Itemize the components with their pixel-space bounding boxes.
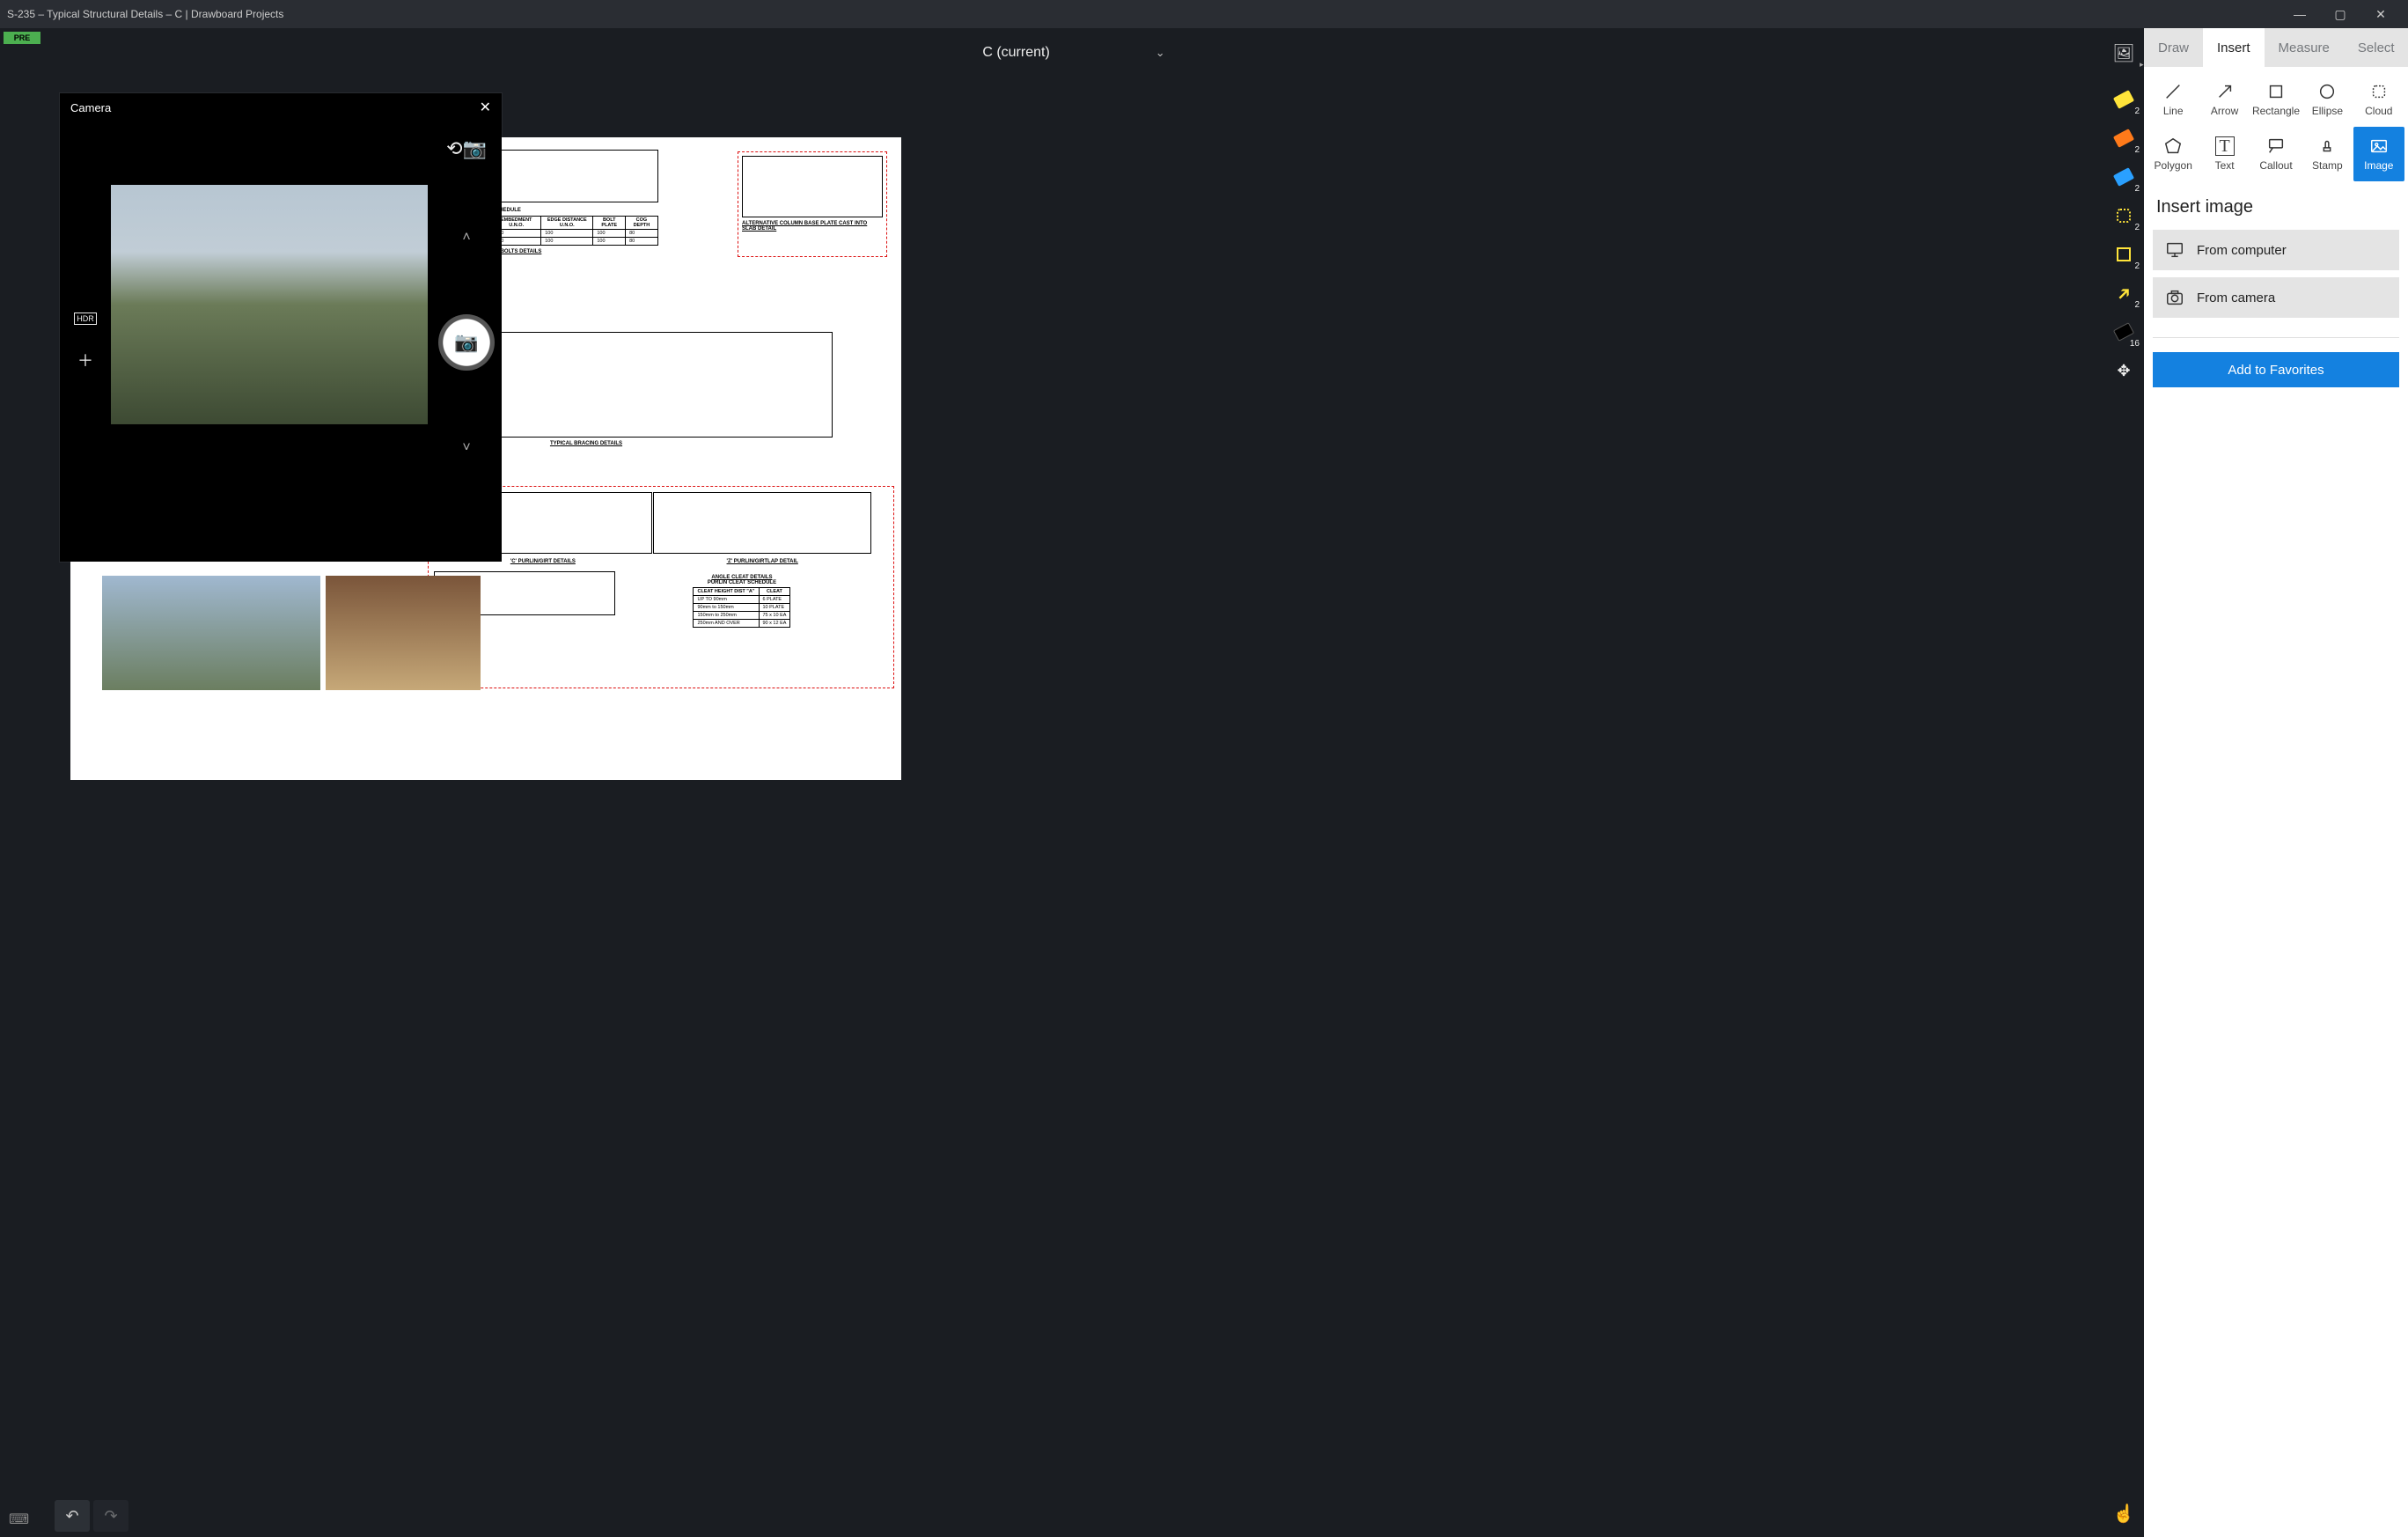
camera-shutter-button[interactable]: 📷 xyxy=(438,314,495,371)
tool-arrow[interactable]: Arrow xyxy=(2199,72,2250,127)
tab-draw[interactable]: Draw xyxy=(2144,28,2203,67)
revision-label: C (current) xyxy=(982,45,1049,61)
window-titlebar: S-235 – Typical Structural Details – C |… xyxy=(0,0,2408,28)
camera-preview xyxy=(111,185,428,424)
tool-text[interactable]: T Text xyxy=(2199,127,2250,181)
panel-tabs: Draw Insert Measure Select xyxy=(2144,28,2408,67)
favorite-tools-strip: 🖼 2 2 2 2 2 ➔2 16 ✥ ☝ xyxy=(2103,28,2144,1537)
camera-window-title: Camera xyxy=(70,101,111,114)
camera-close-button[interactable]: ✕ xyxy=(480,99,491,116)
camera-zoom-in-button[interactable]: ＋ xyxy=(77,349,93,371)
camera-icon xyxy=(2165,288,2184,307)
drawing-header: 'Z' PURLIN/GIRTLAP DETAIL xyxy=(653,559,871,564)
monitor-icon xyxy=(2165,240,2184,260)
touch-keyboard-icon[interactable]: ⌨ xyxy=(0,1502,44,1537)
chevron-down-icon: ⌄ xyxy=(1156,46,1165,60)
tool-mode-icon[interactable]: 🖼 xyxy=(2112,42,2134,64)
camera-icon: 📷 xyxy=(454,331,478,354)
tool-stamp[interactable]: Stamp xyxy=(2302,127,2353,181)
drawing-header: ALTERNATIVE COLUMN BASE PLATE CAST INTO … xyxy=(742,221,883,232)
panel-section-title: Insert image xyxy=(2144,185,2408,226)
drawing-canvas[interactable]: TYPICAL COLUMN BASE PLATE DETAILS COLUMN… xyxy=(44,77,2103,1495)
favorite-cloud[interactable]: 2 xyxy=(2106,198,2141,233)
revision-bar[interactable]: C (current) ⌄ xyxy=(44,28,2103,77)
window-title: S-235 – Typical Structural Details – C |… xyxy=(7,8,2280,20)
tab-insert[interactable]: Insert xyxy=(2203,28,2265,67)
table-title: PURLIN CLEAT SCHEDULE xyxy=(617,580,867,585)
camera-window: Camera ✕ HDR ＋ ⟲📷 ˄ xyxy=(60,93,502,562)
window-maximize-button[interactable]: ▢ xyxy=(2320,0,2360,28)
favorite-pen[interactable]: 2 xyxy=(2106,82,2141,117)
divider xyxy=(2153,337,2399,338)
preview-badge: PRE xyxy=(4,32,40,44)
tab-select[interactable]: Select xyxy=(2344,28,2408,67)
app-left-rail: PRE ⌨ xyxy=(0,28,44,1537)
camera-switch-icon[interactable]: ⟲📷 xyxy=(446,137,487,160)
right-panel: Draw Insert Measure Select Line Arrow Re… xyxy=(2144,28,2408,1537)
chevron-down-icon[interactable]: ˅ xyxy=(462,440,470,456)
window-minimize-button[interactable]: — xyxy=(2280,0,2320,28)
window-close-button[interactable]: ✕ xyxy=(2360,0,2401,28)
tool-callout[interactable]: Callout xyxy=(2250,127,2302,181)
undo-bar: ↶ ↷ xyxy=(44,1495,2103,1537)
favorite-pen[interactable]: 2 xyxy=(2106,159,2141,195)
tool-image[interactable]: Image xyxy=(2353,127,2404,181)
add-to-favorites-button[interactable]: Add to Favorites xyxy=(2153,352,2399,387)
tool-rectangle[interactable]: Rectangle xyxy=(2250,72,2302,127)
camera-hdr-button[interactable]: HDR xyxy=(74,312,97,324)
insert-tool-grid: Line Arrow Rectangle Ellipse Cloud Polyg… xyxy=(2144,67,2408,185)
move-tool[interactable]: ✥ xyxy=(2106,353,2141,388)
purlin-table: CLEAT HEIGHT DIST "A"CLEAT UP TO 90mm6 P… xyxy=(693,587,790,628)
favorite-arrow[interactable]: ➔2 xyxy=(2106,276,2141,311)
tab-measure[interactable]: Measure xyxy=(2265,28,2344,67)
favorite-pen[interactable]: 2 xyxy=(2106,121,2141,156)
chevron-up-icon[interactable]: ˄ xyxy=(462,230,470,246)
redo-button[interactable]: ↷ xyxy=(93,1500,128,1532)
tool-line[interactable]: Line xyxy=(2147,72,2199,127)
inserted-image[interactable] xyxy=(102,576,320,690)
favorite-rectangle[interactable]: 2 xyxy=(2106,237,2141,272)
favorite-pen-black[interactable]: 16 xyxy=(2106,314,2141,349)
tool-ellipse[interactable]: Ellipse xyxy=(2302,72,2353,127)
insert-from-camera[interactable]: From camera xyxy=(2153,277,2399,318)
touch-mode-icon[interactable]: ☝ xyxy=(2113,1503,2135,1525)
insert-from-computer[interactable]: From computer xyxy=(2153,230,2399,270)
inserted-image[interactable] xyxy=(326,576,481,690)
tool-cloud[interactable]: Cloud xyxy=(2353,72,2404,127)
undo-button[interactable]: ↶ xyxy=(55,1500,90,1532)
tool-polygon[interactable]: Polygon xyxy=(2147,127,2199,181)
